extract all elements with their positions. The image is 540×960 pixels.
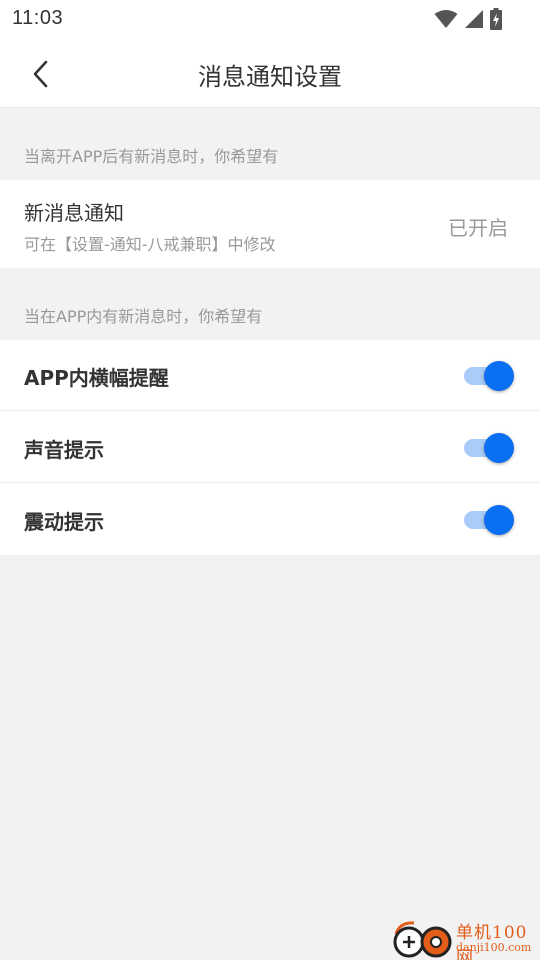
battery-icon (490, 8, 502, 30)
status-time: 11:03 (12, 7, 64, 29)
notification-subtitle: 可在【设置-通知-八戒兼职】中修改 (24, 235, 276, 254)
status-bar: 11:03 (0, 0, 540, 40)
toggle-label-sound: 声音提示 (24, 438, 104, 462)
watermark-url: danji100.com (456, 941, 532, 954)
toggle-row-banner: APP内横幅提醒 (0, 340, 540, 411)
nav-bar: 消息通知设置 (0, 40, 540, 108)
sound-switch[interactable] (464, 433, 514, 463)
switch-thumb (484, 433, 514, 463)
status-icons (434, 8, 502, 30)
vibration-switch[interactable] (464, 505, 514, 535)
watermark-logo: 单机100网 danji100.com (390, 918, 540, 960)
section-caption-inside: 当在APP内有新消息时，你希望有 (24, 307, 263, 326)
signal-icon (464, 9, 484, 29)
page-title: 消息通知设置 (198, 63, 342, 91)
section-caption-outside: 当离开APP后有新消息时，你希望有 (24, 147, 279, 166)
notification-status: 已开启 (448, 216, 508, 240)
screen: 11:03 消息通知设置 当离开APP后有新消息时，你希望有 新消息通知 可在【… (0, 0, 540, 960)
switch-thumb (484, 505, 514, 535)
notification-title: 新消息通知 (24, 201, 124, 225)
toggle-row-vibration: 震动提示 (0, 484, 540, 555)
watermark-icon (390, 920, 454, 960)
toggle-list: APP内横幅提醒 声音提示 震动提示 (0, 340, 540, 555)
wifi-icon (434, 9, 458, 29)
banner-reminder-switch[interactable] (464, 361, 514, 391)
new-message-notification-row[interactable]: 新消息通知 可在【设置-通知-八戒兼职】中修改 已开启 (0, 180, 540, 268)
toggle-label-vibration: 震动提示 (24, 510, 104, 534)
switch-thumb (484, 361, 514, 391)
toggle-label-banner: APP内横幅提醒 (24, 366, 169, 390)
toggle-row-sound: 声音提示 (0, 412, 540, 483)
